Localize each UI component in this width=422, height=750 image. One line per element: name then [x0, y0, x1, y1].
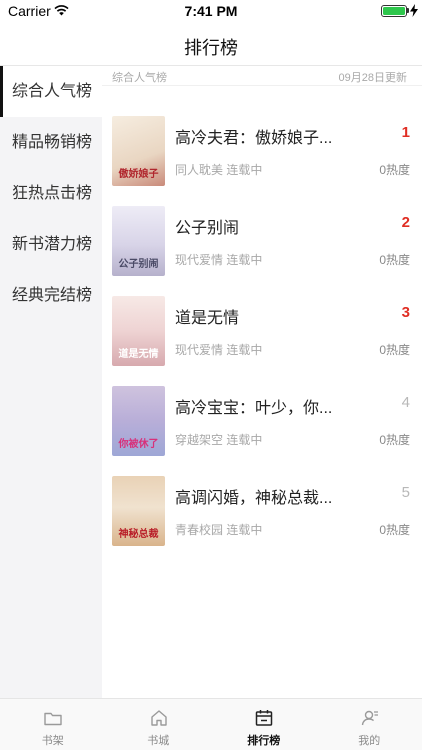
charging-icon: [410, 4, 418, 17]
folder-icon: [44, 712, 62, 726]
status-time: 7:41 PM: [184, 3, 238, 19]
sidebar-item-completed[interactable]: 经典完结榜: [0, 270, 102, 321]
battery-icon: [381, 5, 407, 17]
book-row[interactable]: 神秘总裁 高调闪婚，神秘总裁... 5 青春校园 连载中 0热度: [102, 476, 422, 566]
book-row[interactable]: 你被休了 高冷宝宝：叶少，你... 4 穿越架空 连载中 0热度: [102, 386, 422, 476]
sidebar-item-bestseller[interactable]: 精品畅销榜: [0, 117, 102, 168]
heat-value: 0热度: [379, 523, 410, 537]
book-row[interactable]: 道是无情 道是无情 3 现代爱情 连载中 0热度: [102, 296, 422, 386]
tab-label: 我的: [358, 735, 381, 747]
heat-value: 0热度: [379, 343, 410, 357]
tab-bookshelf[interactable]: 书架: [0, 699, 106, 750]
book-row[interactable]: 傲娇娘子 高冷夫君：傲娇娘子... 1 同人耽美 连载中 0热度: [102, 116, 422, 206]
tab-bar: 书架 书城 排行榜 我的: [0, 698, 422, 750]
tab-label: 书架: [41, 735, 64, 747]
tab-mine[interactable]: 我的: [317, 699, 422, 750]
rank-number: 1: [401, 124, 410, 141]
status-bar: Carrier 7:41 PM: [0, 0, 422, 22]
book-title: 高调闪婚，神秘总裁...: [175, 490, 333, 507]
sidebar-item-popular[interactable]: 综合人气榜: [0, 66, 102, 117]
book-cover: 道是无情: [112, 296, 165, 366]
heat-value: 0热度: [379, 253, 410, 267]
sidebar-item-new-potential[interactable]: 新书潜力榜: [0, 219, 102, 270]
user-icon: [361, 710, 378, 726]
book-cover: 傲娇娘子: [112, 116, 165, 186]
tab-label: 排行榜: [247, 735, 281, 747]
book-row[interactable]: 公子别闹 公子别闹 2 现代爱情 连载中 0热度: [102, 206, 422, 296]
tab-ranking[interactable]: 排行榜: [211, 699, 317, 750]
book-title: 道是无情: [175, 310, 240, 327]
tab-bookstore[interactable]: 书城: [106, 699, 212, 750]
ranking-content: 综合人气榜 09月28日更新 傲娇娘子 高冷夫君：傲娇娘子... 1 同人耽美 …: [102, 66, 422, 698]
list-header: 综合人气榜 09月28日更新: [102, 66, 422, 86]
rank-number: 3: [401, 304, 410, 321]
book-meta: 穿越架空 连载中: [175, 433, 263, 447]
page-title: 排行榜: [184, 38, 238, 58]
book-title: 高冷夫君：傲娇娘子...: [175, 130, 333, 147]
book-meta: 现代爱情 连载中: [175, 253, 263, 267]
book-title: 高冷宝宝：叶少，你...: [175, 400, 333, 417]
list-category: 综合人气榜: [112, 72, 167, 84]
tab-label: 书城: [147, 735, 170, 747]
book-meta: 现代爱情 连载中: [175, 343, 263, 357]
nav-bar: 排行榜: [0, 22, 422, 66]
rank-number: 2: [401, 214, 410, 231]
update-date: 09月28日更新: [338, 72, 407, 84]
rank-number: 4: [401, 394, 410, 411]
book-cover: 神秘总裁: [112, 476, 165, 546]
battery-cap: [407, 8, 409, 13]
heat-value: 0热度: [379, 433, 410, 447]
home-icon: [150, 710, 167, 726]
book-cover: 你被休了: [112, 386, 165, 456]
ranking-sidebar: 综合人气榜 精品畅销榜 狂热点击榜 新书潜力榜 经典完结榜: [0, 66, 102, 698]
calendar-icon: [255, 710, 273, 726]
sidebar-item-clicks[interactable]: 狂热点击榜: [0, 168, 102, 219]
rank-number: 5: [401, 484, 410, 501]
heat-value: 0热度: [379, 163, 410, 177]
book-title: 公子别闹: [175, 220, 240, 237]
book-cover: 公子别闹: [112, 206, 165, 276]
book-meta: 青春校园 连载中: [175, 523, 263, 537]
book-meta: 同人耽美 连载中: [175, 163, 263, 177]
